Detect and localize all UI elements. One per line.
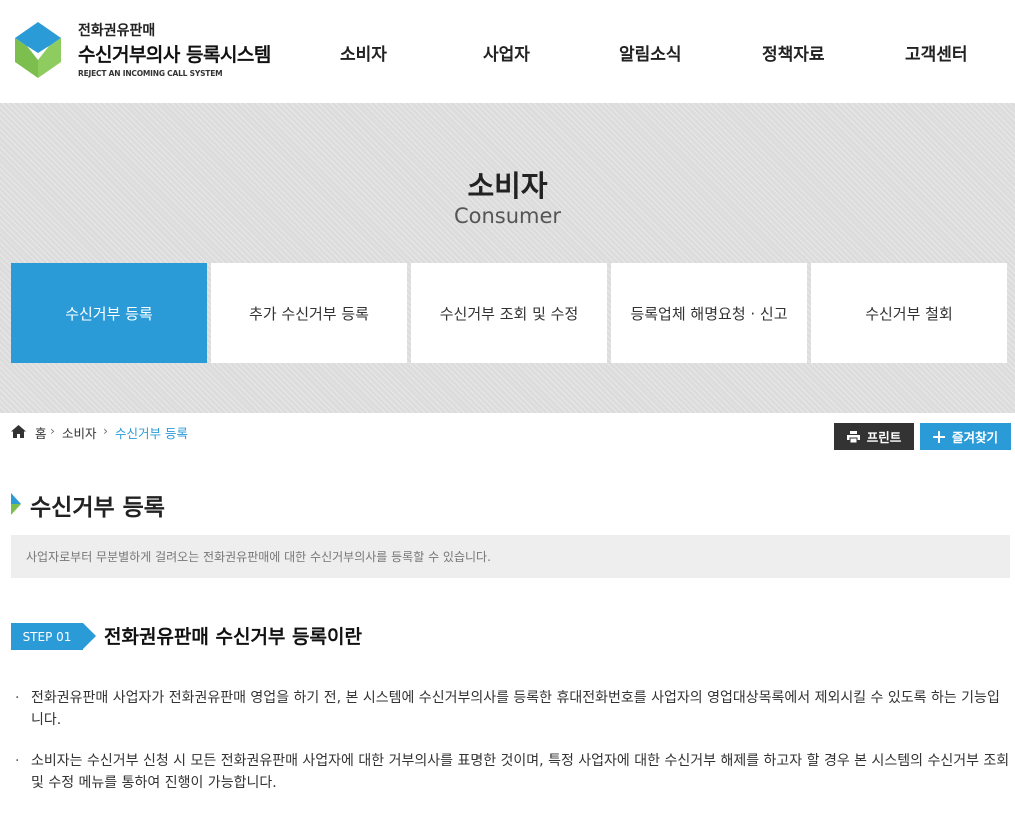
breadcrumb-current: 수신거부 등록 (115, 426, 188, 441)
tab-report[interactable]: 등록업체 해명요청 · 신고 (611, 263, 807, 363)
chevron-right-icon: › (103, 423, 108, 438)
step-label: STEP 01 (11, 623, 83, 650)
nav-item-consumer[interactable]: 소비자 (340, 40, 387, 65)
breadcrumb-consumer[interactable]: 소비자 (62, 423, 97, 442)
info-list: · 전화권유판매 사업자가 전화권유판매 영업을 하기 전, 본 시스템에 수신… (11, 687, 1010, 813)
hero-title: 소비자 (467, 169, 548, 203)
step-title: 전화권유판매 수신거부 등록이란 (104, 626, 362, 648)
printer-icon (846, 430, 860, 443)
nav-item-support[interactable]: 고객센터 (905, 40, 968, 65)
home-icon[interactable] (11, 425, 26, 441)
nav-item-policy[interactable]: 정책자료 (762, 40, 825, 65)
nav-item-business[interactable]: 사업자 (483, 40, 530, 65)
main-nav: 소비자 사업자 알림소식 정책자료 고객센터 (290, 40, 1010, 68)
sub-tabs: 수신거부 등록 추가 수신거부 등록 수신거부 조회 및 수정 등록업체 해명요… (11, 263, 1008, 363)
nav-item-news[interactable]: 알림소식 (619, 40, 682, 65)
list-item: · 소비자는 수신거부 신청 시 모든 전화권유판매 사업자에 대한 거부의사를… (11, 750, 1010, 794)
list-item-text: 전화권유판매 사업자가 전화권유판매 영업을 하기 전, 본 시스템에 수신거부… (31, 690, 1000, 728)
site-logo[interactable]: 전화권유판매 수신거부의사 등록시스템 REJECT AN INCOMING C… (13, 20, 283, 82)
favorite-label: 즐겨찾기 (951, 430, 998, 445)
tab-withdraw[interactable]: 수신거부 철회 (811, 263, 1007, 363)
page-title: 수신거부 등록 (30, 495, 165, 521)
chevron-marker-icon (11, 493, 21, 515)
favorite-button[interactable]: 즐겨찾기 (920, 423, 1011, 450)
step-arrow (83, 623, 96, 649)
hero-banner: 소비자 Consumer 수신거부 등록 추가 수신거부 등록 수신거부 조회 … (0, 103, 1015, 413)
list-item: · 전화권유판매 사업자가 전화권유판매 영업을 하기 전, 본 시스템에 수신… (11, 687, 1010, 731)
breadcrumb-home[interactable]: 홈 (35, 423, 47, 442)
bullet-dot: · (15, 753, 20, 769)
bullet-dot: · (15, 690, 20, 706)
diamond-logo-icon (15, 22, 61, 78)
logo-subtitle: 전화권유판매 (78, 23, 156, 39)
print-label: 프린트 (866, 430, 902, 445)
hero-subtitle: Consumer (453, 204, 562, 228)
tab-register[interactable]: 수신거부 등록 (11, 263, 207, 363)
logo-title: 수신거부의사 등록시스템 (78, 44, 271, 66)
list-item-text: 소비자는 수신거부 신청 시 모든 전화권유판매 사업자에 대한 거부의사를 표… (31, 753, 1010, 791)
site-header: 전화권유판매 수신거부의사 등록시스템 REJECT AN INCOMING C… (0, 0, 1015, 103)
plus-icon (932, 430, 945, 443)
page-description: 사업자로부터 무분별하게 걸려오는 전화권유판매에 대한 수신거부의사를 등록할… (11, 535, 1010, 578)
tab-additional-register[interactable]: 추가 수신거부 등록 (211, 263, 407, 363)
print-button[interactable]: 프린트 (834, 423, 914, 450)
chevron-right-icon: › (50, 423, 55, 438)
tab-lookup-edit[interactable]: 수신거부 조회 및 수정 (411, 263, 607, 363)
logo-english: REJECT AN INCOMING CALL SYSTEM (78, 69, 223, 78)
